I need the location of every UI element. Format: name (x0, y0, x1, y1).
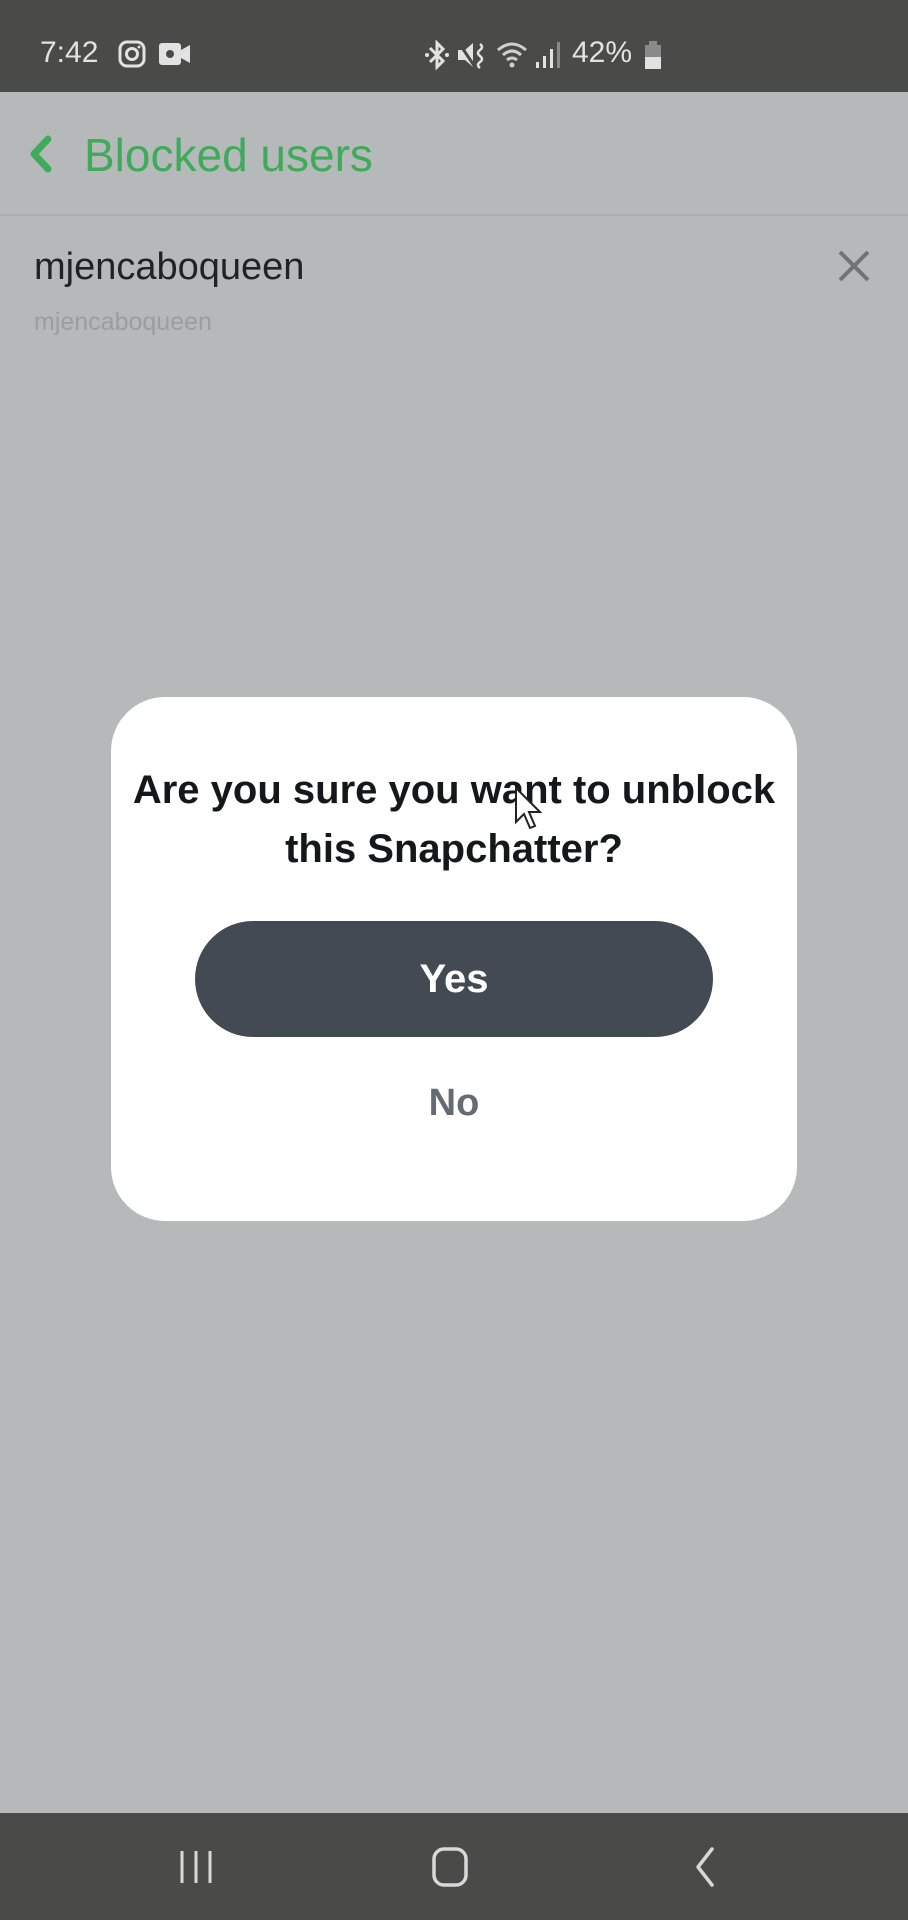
yes-button[interactable]: Yes (195, 921, 713, 1037)
wifi-icon (497, 42, 527, 68)
recent-apps-icon[interactable] (166, 1845, 226, 1889)
video-camera-icon (159, 43, 190, 65)
blocked-user-display-name: mjencaboqueen (34, 246, 305, 288)
chevron-left-icon[interactable] (26, 134, 56, 174)
blocked-user-row: mjencaboqueen mjencaboqueen (0, 216, 908, 346)
header: Blocked users (0, 92, 908, 216)
back-icon[interactable] (676, 1845, 736, 1889)
instagram-icon (118, 40, 146, 68)
home-icon[interactable] (420, 1845, 480, 1889)
blocked-user-username: mjencaboqueen (34, 308, 212, 336)
mute-icon (457, 42, 484, 69)
mouse-cursor-icon (515, 786, 543, 830)
no-button[interactable]: No (354, 1063, 554, 1143)
dialog-question: Are you sure you want to unblock this Sn… (132, 768, 776, 871)
status-bar: 7:42 42% (0, 0, 908, 92)
navigation-bar (0, 1813, 908, 1920)
battery-icon (645, 41, 661, 69)
page-title: Blocked users (84, 129, 373, 181)
unblock-confirm-dialog: Are you sure you want to unblock this Sn… (111, 697, 797, 1221)
bluetooth-icon (425, 40, 449, 70)
battery-percent: 42% (572, 36, 633, 69)
signal-icon (536, 42, 560, 68)
close-icon[interactable] (836, 248, 872, 284)
status-time: 7:42 (40, 36, 99, 69)
